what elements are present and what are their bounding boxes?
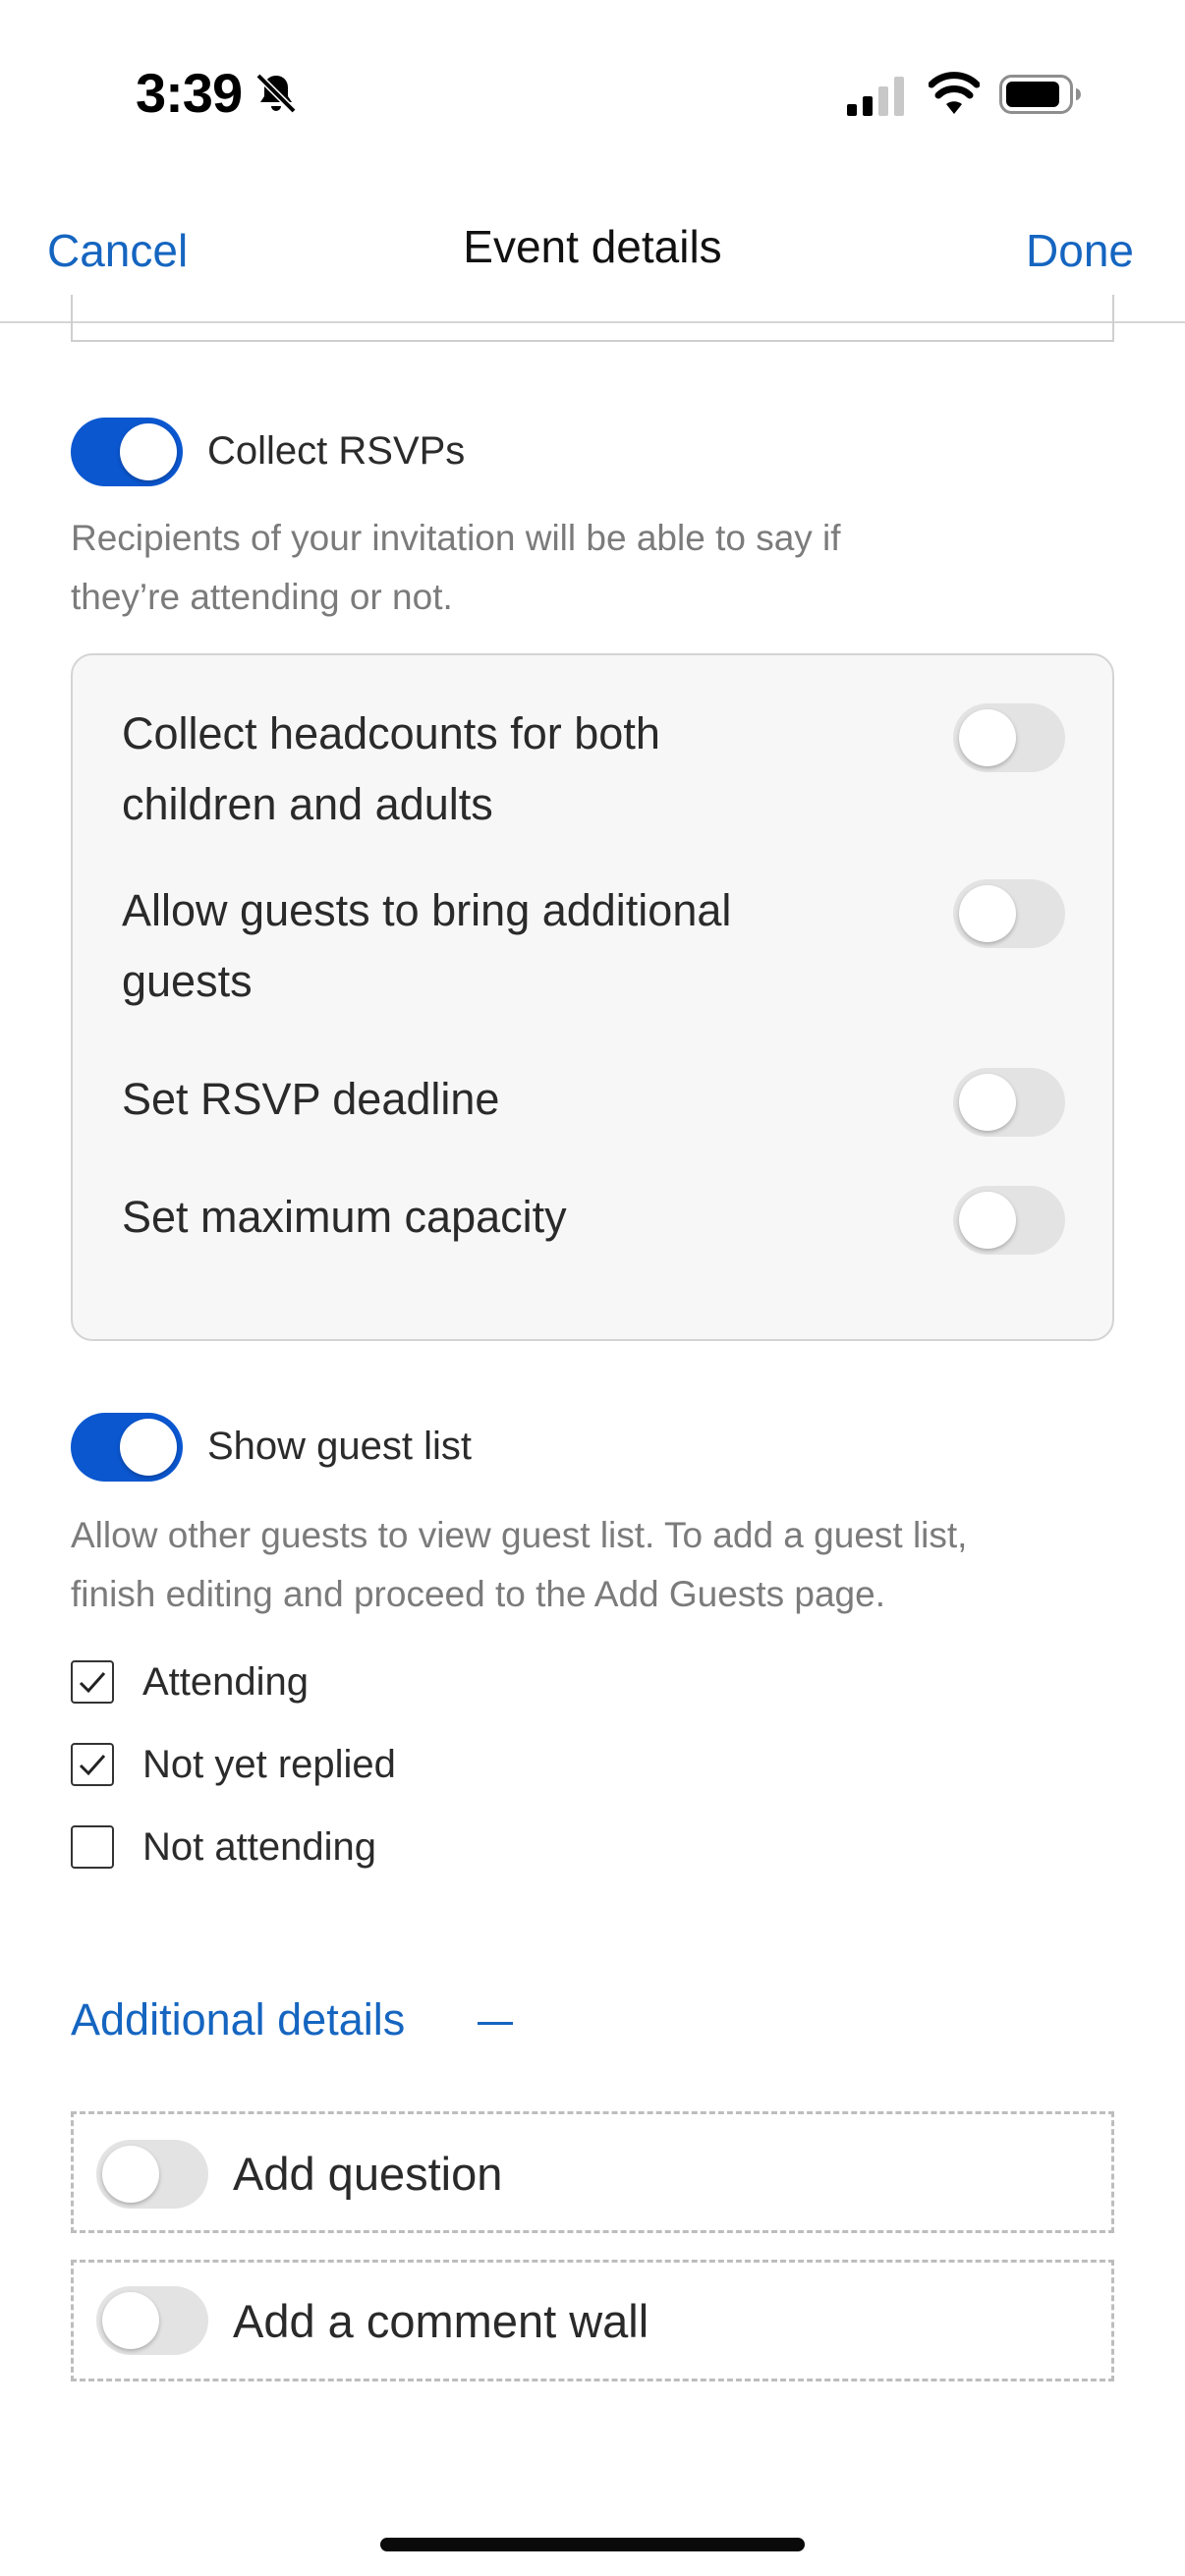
option-rsvp-deadline-label: Set RSVP deadline [122, 1074, 500, 1124]
option-max-capacity-toggle[interactable] [953, 1186, 1065, 1255]
attending-label: Attending [142, 1660, 310, 1704]
option-headcounts-toggle[interactable] [953, 703, 1065, 772]
done-button[interactable]: Done [1026, 224, 1134, 277]
cellular-signal-icon [847, 77, 904, 116]
collect-rsvps-label: Collect RSVPs [207, 429, 466, 473]
add-question-label: Add question [233, 2148, 503, 2200]
add-comment-wall-toggle[interactable] [96, 2286, 208, 2355]
additional-details-heading[interactable]: Additional details [71, 1994, 405, 2045]
battery-icon [999, 75, 1081, 114]
collect-rsvps-description: Recipients of your invitation will be ab… [71, 518, 841, 617]
option-additional-guests-toggle[interactable] [953, 879, 1065, 948]
wifi-icon [929, 72, 980, 114]
previous-field-bottom [71, 295, 1114, 342]
add-question-toggle[interactable] [96, 2140, 208, 2209]
not-attending-label: Not attending [142, 1825, 376, 1869]
page-title: Event details [463, 221, 722, 272]
home-indicator[interactable] [380, 2538, 805, 2551]
add-comment-wall-label: Add a comment wall [233, 2295, 649, 2347]
not-yet-replied-label: Not yet replied [142, 1743, 396, 1786]
not-attending-checkbox[interactable] [71, 1825, 114, 1869]
not-yet-replied-checkbox[interactable] [71, 1743, 114, 1786]
attending-checkbox[interactable] [71, 1660, 114, 1704]
add-question-box[interactable] [71, 2111, 1114, 2233]
option-headcounts-label: Collect headcounts for both children and… [122, 708, 660, 829]
option-additional-guests-label: Allow guests to bring additional guests [122, 885, 732, 1006]
checkmark-icon [79, 1672, 106, 1694]
bell-slash-icon [255, 73, 297, 114]
show-guest-list-description: Allow other guests to view guest list. T… [71, 1515, 968, 1614]
show-guest-list-label: Show guest list [207, 1425, 473, 1468]
collect-rsvps-toggle[interactable] [71, 418, 183, 486]
option-max-capacity-label: Set maximum capacity [122, 1192, 567, 1242]
status-time: 3:39 [136, 62, 243, 124]
option-rsvp-deadline-toggle[interactable] [953, 1068, 1065, 1137]
show-guest-list-toggle[interactable] [71, 1413, 183, 1482]
minus-icon[interactable] [478, 2022, 513, 2025]
checkmark-icon [79, 1755, 106, 1776]
